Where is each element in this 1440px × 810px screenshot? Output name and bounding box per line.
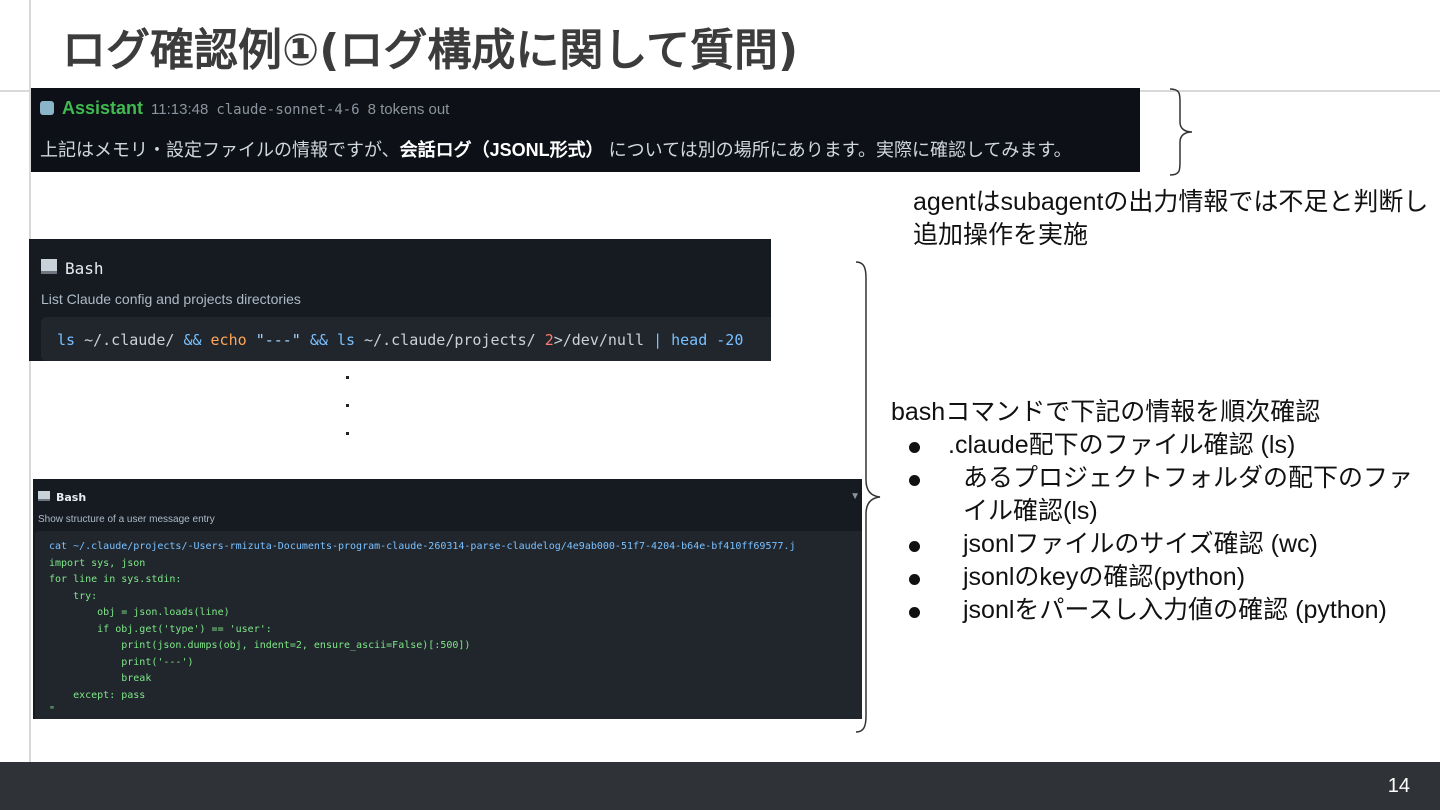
robot-icon (40, 101, 54, 115)
bash-panel-python: Bash ▼ Show structure of a user message … (33, 479, 862, 719)
token-count: 8 tokens out (367, 101, 450, 118)
bash-panel-header: Bash (38, 491, 86, 504)
bullet (909, 442, 920, 453)
cmd-token: ls (57, 331, 76, 349)
cmd-token: "---" (255, 331, 301, 349)
assistant-brace (1169, 88, 1193, 176)
ellipsis-dots (346, 376, 350, 460)
code-line: print('---') (49, 657, 194, 668)
code-line: for line in sys.stdin: (49, 574, 182, 585)
bullet (909, 475, 920, 486)
list-item-text: あるプロジェクトフォルダの配下のファイル確認(ls) (963, 464, 1414, 525)
bash-description: List Claude config and projects director… (41, 291, 301, 307)
cmd-token: | head -20 (653, 331, 744, 349)
bash-command-line: ls ~/.claude/ && echo "---" && ls ~/.cla… (57, 331, 743, 349)
message-text-bold: 会話ログ（JSONL形式） (399, 140, 604, 160)
cmd-token: ~/.claude/ (75, 331, 184, 349)
bash-brace (855, 261, 881, 733)
assistant-name: Assistant (62, 98, 144, 118)
message-text-pre: 上記はメモリ・設定ファイルの情報ですが、 (40, 140, 400, 160)
model-name: claude-sonnet-4-6 (216, 102, 360, 118)
list-item-text: jsonlをパースし入力値の確認 (python) (963, 596, 1387, 624)
bash-panel-ls: Bash List Claude config and projects dir… (29, 239, 771, 361)
list-item-text: .claude配下のファイル確認 (ls) (948, 431, 1296, 459)
dot (346, 432, 349, 435)
bash-description: Show structure of a user message entry (38, 514, 215, 525)
slide-title: ログ確認例①(ログ構成に関して質問) (62, 25, 799, 76)
bullet (909, 574, 920, 585)
message-text-post: については別の場所にあります。実際に確認してみます。 (603, 140, 1072, 160)
code-line: print(json.dumps(obj, indent=2, ensure_a… (49, 640, 471, 651)
list-item: jsonlのkeyの確認(python) (891, 561, 1436, 594)
cmd-token: ~/.claude/projects/ (355, 331, 545, 349)
bash-note: bashコマンドで下記の情報を順次確認 .claude配下のファイル確認 (ls… (891, 396, 1436, 627)
dot (346, 376, 349, 379)
bash-panel-header: Bash (41, 259, 104, 278)
cmd-token: ls (336, 331, 356, 349)
list-item-text: jsonlファイルのサイズ確認 (wc) (963, 530, 1318, 558)
terminal-icon (41, 259, 57, 274)
agent-note: agentはsubagentの出力情報では不足と判断し追加操作を実施 (913, 188, 1429, 249)
bash-command-block: ls ~/.claude/ && echo "---" && ls ~/.cla… (41, 317, 771, 361)
assistant-message-panel: Assistant 11:13:48 claude-sonnet-4-6 8 toke… (31, 88, 1140, 172)
bash-note-list: .claude配下のファイル確認 (ls) あるプロジェクトフォルダの配下のファ… (891, 429, 1436, 627)
bash-note-heading: bashコマンドで下記の情報を順次確認 (891, 398, 1321, 426)
bullet (909, 541, 920, 552)
code-line: except: pass (49, 690, 146, 701)
page-number: 14 (1387, 775, 1410, 797)
cmd-token: echo (201, 331, 256, 349)
code-line: " (49, 705, 56, 716)
assistant-header: Assistant 11:13:48 claude-sonnet-4-6 8 toke… (40, 98, 449, 119)
list-item: jsonlファイルのサイズ確認 (wc) (891, 528, 1436, 561)
slide-footer: 14 (0, 762, 1440, 810)
cmd-token: 2 (544, 331, 554, 349)
bash-title: Bash (56, 491, 87, 504)
assistant-message-text: 上記はメモリ・設定ファイルの情報ですが、会話ログ（JSONL形式） については別… (40, 136, 1072, 162)
bullet (909, 607, 920, 618)
cmd-token: && (300, 331, 337, 349)
dot (346, 404, 349, 407)
list-item: jsonlをパースし入力値の確認 (python) (891, 594, 1436, 627)
bash-title: Bash (65, 259, 104, 278)
cmd-token: && (183, 331, 202, 349)
message-time: 11:13:48 (151, 101, 209, 118)
list-item-text: jsonlのkeyの確認(python) (963, 563, 1246, 591)
code-line: obj = json.loads(line) (49, 607, 230, 618)
list-item: あるプロジェクトフォルダの配下のファイル確認(ls) (891, 462, 1436, 528)
terminal-icon (38, 491, 50, 501)
code-line: import sys, json (49, 558, 146, 569)
bash-command-block: cat ~/.claude/projects/-Users-rmizuta-Do… (35, 531, 862, 719)
code-line: if obj.get('type') == 'user': (49, 624, 272, 635)
code-line: try: (49, 591, 98, 602)
code-line: break (49, 673, 152, 684)
cmd-token: >/dev/null (553, 331, 654, 349)
code-line: cat ~/.claude/projects/-Users-rmizuta-Do… (49, 541, 796, 552)
list-item: .claude配下のファイル確認 (ls) (891, 429, 1436, 462)
